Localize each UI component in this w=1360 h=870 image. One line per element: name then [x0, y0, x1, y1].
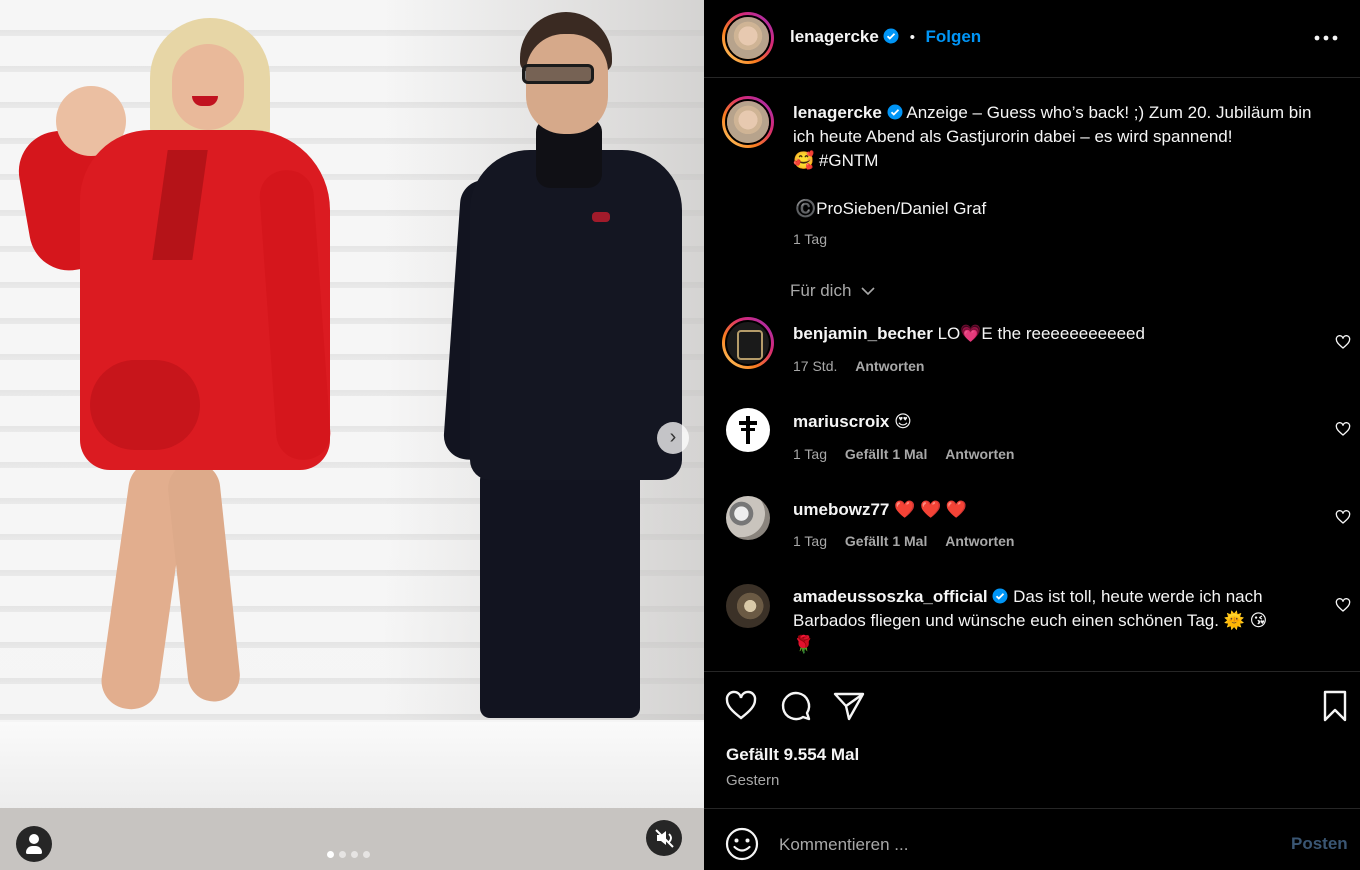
post-media[interactable]: › — [0, 0, 704, 870]
caption-username[interactable]: lenagercke — [793, 103, 882, 122]
author-username[interactable]: lenagercke — [790, 27, 879, 46]
reply-button[interactable]: Antworten — [945, 446, 1014, 462]
comment-likes[interactable]: Gefällt 1 Mal — [845, 446, 927, 462]
comment-avatar[interactable] — [726, 496, 770, 540]
author-avatar[interactable] — [722, 12, 774, 64]
caption-avatar[interactable] — [722, 96, 774, 148]
photo-credit: ©️ProSieben/Daniel Graf — [795, 199, 987, 218]
mute-icon — [655, 829, 674, 848]
follow-button[interactable]: Folgen — [925, 27, 981, 46]
caption-emoji: 🥰 — [793, 151, 815, 170]
comment-text: LO — [937, 324, 961, 343]
comment-emoji: 😍 — [894, 412, 912, 431]
comment-icon[interactable] — [779, 689, 813, 723]
comment-age[interactable]: 1 Tag — [793, 446, 827, 462]
comment-filter-dropdown[interactable]: Für dich — [790, 281, 876, 301]
heart-icon[interactable] — [1335, 334, 1351, 350]
comment-text-after: E the reeeeeeeeeeed — [981, 324, 1145, 343]
verified-icon — [887, 104, 903, 120]
comment-avatar[interactable] — [722, 317, 774, 369]
caption-hashtag[interactable]: #GNTM — [819, 151, 879, 170]
post-header: lenagercke • Folgen — [704, 0, 1360, 78]
comment-emoji: 💗 — [960, 324, 982, 343]
heart-icon[interactable] — [724, 689, 758, 723]
actions-divider — [704, 671, 1360, 672]
bookmark-icon[interactable] — [1318, 689, 1352, 723]
comment-avatar[interactable] — [726, 584, 770, 628]
stage-floor — [0, 808, 704, 870]
comment-emoji-2: 🌹 — [793, 635, 815, 654]
carousel-dot — [327, 851, 334, 858]
heart-icon[interactable] — [1335, 509, 1351, 525]
carousel-dot — [363, 851, 370, 858]
stage-landing — [0, 722, 704, 812]
comment-avatar[interactable] — [726, 408, 770, 452]
comment-age[interactable]: 17 Std. — [793, 358, 837, 374]
post-details-panel: lenagercke • Folgen lenagercke Anzeige –… — [704, 0, 1360, 870]
comment-likes[interactable]: Gefällt 1 Mal — [845, 533, 927, 549]
comment-input[interactable]: Kommentieren ... — [779, 835, 908, 855]
mute-button[interactable] — [646, 820, 682, 856]
heart-icon[interactable] — [1335, 597, 1351, 613]
comment-username[interactable]: mariuscroix — [793, 412, 889, 431]
reply-button[interactable]: Antworten — [855, 358, 924, 374]
carousel-indicator — [327, 851, 370, 858]
emoji-icon[interactable] — [724, 826, 760, 862]
post-date: Gestern — [726, 772, 780, 789]
comment-emoji: ❤️ ❤️ ❤️ — [894, 500, 968, 519]
verified-icon — [883, 28, 899, 44]
comment-filter-label: Für dich — [790, 281, 852, 300]
comment-username[interactable]: benjamin_becher — [793, 324, 933, 343]
comment-username[interactable]: umebowz77 — [793, 500, 889, 519]
more-icon[interactable] — [1310, 24, 1342, 52]
carousel-dot — [351, 851, 358, 858]
carousel-dot — [339, 851, 346, 858]
comment-emoji: 🌞 😘 — [1223, 611, 1268, 630]
header-separator: • — [909, 29, 916, 46]
comment-age[interactable]: 1 Tag — [793, 533, 827, 549]
chevron-down-icon — [861, 287, 875, 296]
post-comment-button[interactable]: Posten — [1291, 834, 1348, 854]
reply-button[interactable]: Antworten — [945, 533, 1014, 549]
caption-age[interactable]: 1 Tag — [793, 231, 827, 247]
user-tag-button[interactable] — [16, 826, 52, 862]
comment-username[interactable]: amadeussoszka_official — [793, 587, 988, 606]
chevron-right-icon: › — [669, 426, 677, 448]
heart-icon[interactable] — [1335, 421, 1351, 437]
share-icon[interactable] — [832, 689, 866, 723]
carousel-next-button[interactable]: › — [657, 422, 689, 454]
likes-count[interactable]: Gefällt 9.554 Mal — [726, 745, 859, 765]
composer-divider — [704, 808, 1360, 809]
verified-icon — [992, 588, 1008, 604]
